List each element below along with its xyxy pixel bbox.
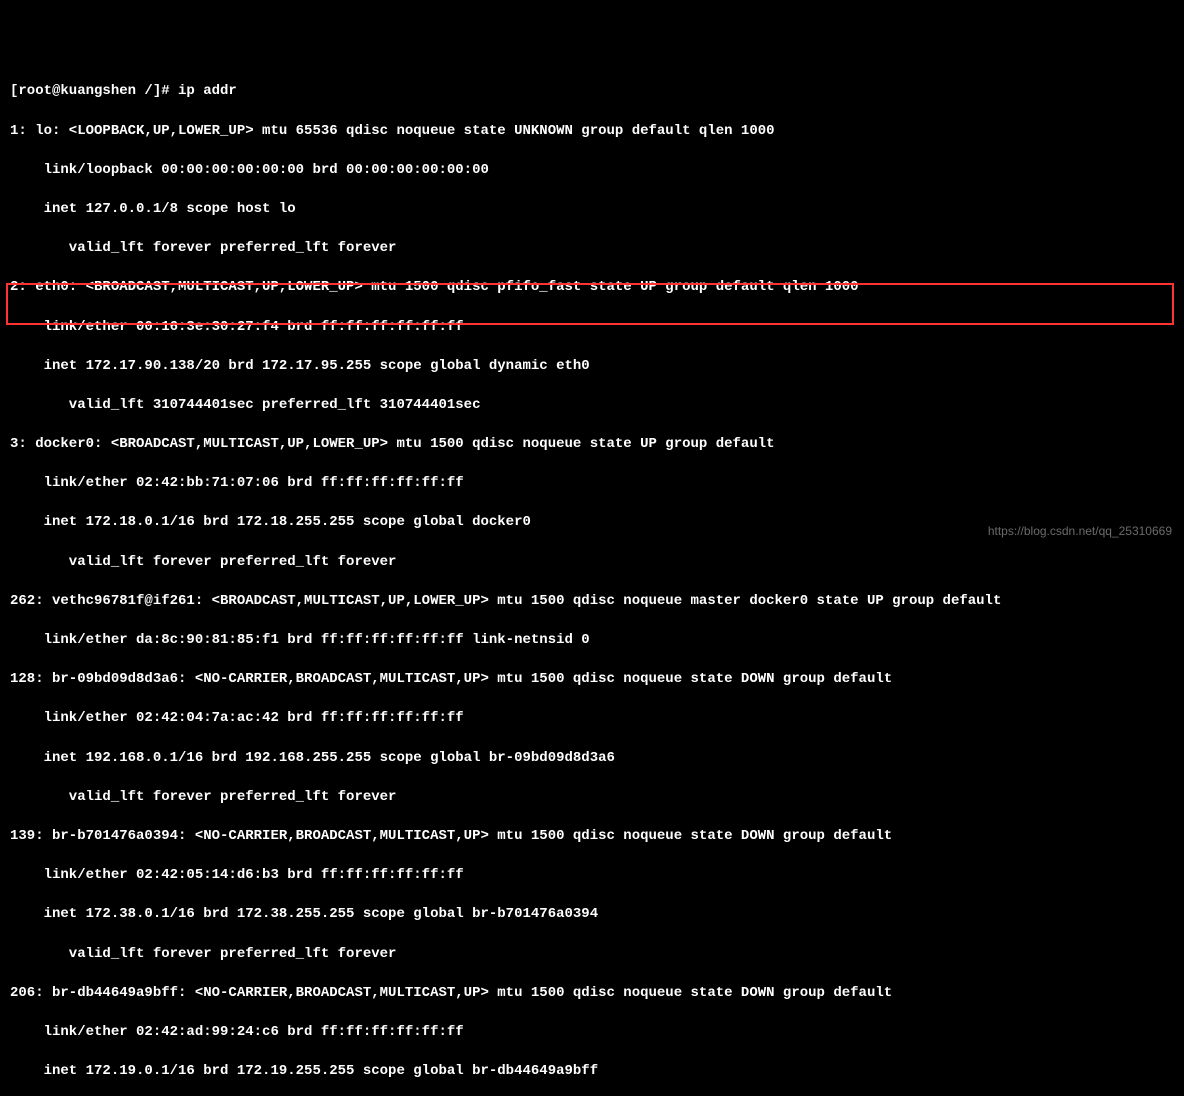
terminal-line: link/ether 02:42:04:7a:ac:42 brd ff:ff:f…	[10, 709, 1174, 729]
watermark-text: https://blog.csdn.net/qq_25310669	[988, 523, 1172, 540]
terminal-line: link/ether 02:42:ad:99:24:c6 brd ff:ff:f…	[10, 1023, 1174, 1043]
terminal-line: 206: br-db44649a9bff: <NO-CARRIER,BROADC…	[10, 984, 1174, 1004]
terminal-line: 2: eth0: <BROADCAST,MULTICAST,UP,LOWER_U…	[10, 278, 1174, 298]
terminal-line: inet 172.17.90.138/20 brd 172.17.95.255 …	[10, 357, 1174, 377]
terminal-line: 128: br-09bd09d8d3a6: <NO-CARRIER,BROADC…	[10, 670, 1174, 690]
terminal-line: 3: docker0: <BROADCAST,MULTICAST,UP,LOWE…	[10, 435, 1174, 455]
terminal-line: inet 127.0.0.1/8 scope host lo	[10, 200, 1174, 220]
terminal-line: valid_lft forever preferred_lft forever	[10, 945, 1174, 965]
terminal-line: inet 172.19.0.1/16 brd 172.19.255.255 sc…	[10, 1062, 1174, 1082]
terminal-prompt: [root@kuangshen /]# ip addr	[10, 82, 1174, 102]
terminal-line: link/ether 02:42:05:14:d6:b3 brd ff:ff:f…	[10, 866, 1174, 886]
terminal-line: inet 172.38.0.1/16 brd 172.38.255.255 sc…	[10, 905, 1174, 925]
terminal-line: valid_lft forever preferred_lft forever	[10, 788, 1174, 808]
terminal-line: 139: br-b701476a0394: <NO-CARRIER,BROADC…	[10, 827, 1174, 847]
terminal-line: valid_lft forever preferred_lft forever	[10, 239, 1174, 259]
terminal-line: link/loopback 00:00:00:00:00:00 brd 00:0…	[10, 161, 1174, 181]
terminal-line: link/ether da:8c:90:81:85:f1 brd ff:ff:f…	[10, 631, 1174, 651]
terminal-line: link/ether 00:16:3e:30:27:f4 brd ff:ff:f…	[10, 318, 1174, 338]
terminal-line: inet 192.168.0.1/16 brd 192.168.255.255 …	[10, 749, 1174, 769]
terminal-line: 1: lo: <LOOPBACK,UP,LOWER_UP> mtu 65536 …	[10, 122, 1174, 142]
terminal-line: valid_lft 310744401sec preferred_lft 310…	[10, 396, 1174, 416]
terminal-line: link/ether 02:42:bb:71:07:06 brd ff:ff:f…	[10, 474, 1174, 494]
terminal-line: valid_lft forever preferred_lft forever	[10, 553, 1174, 573]
terminal-line: 262: vethc96781f@if261: <BROADCAST,MULTI…	[10, 592, 1174, 612]
